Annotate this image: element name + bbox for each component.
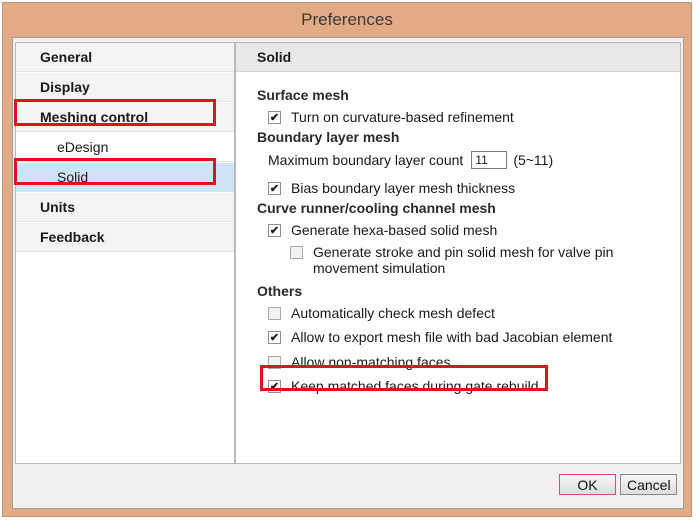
bias-thickness-label: Bias boundary layer mesh thickness — [291, 180, 516, 196]
panel-header: Solid — [236, 43, 680, 72]
hexa-solid-mesh-checkbox[interactable] — [268, 224, 281, 237]
keep-matched-faces-checkbox[interactable] — [268, 380, 281, 393]
category-nav: General Display Meshing control eDesign … — [15, 42, 235, 464]
solid-settings-panel: Solid Surface mesh Turn on curvature-bas… — [235, 42, 681, 464]
stroke-pin-mesh-option[interactable]: Generate stroke and pin solid mesh for v… — [290, 244, 613, 276]
nav-item-general[interactable]: General — [16, 43, 234, 72]
section-surface-mesh: Surface mesh — [257, 87, 349, 103]
stroke-pin-mesh-checkbox[interactable] — [290, 246, 303, 259]
ok-button[interactable]: OK — [559, 474, 616, 495]
max-boundary-layer-count-input[interactable]: 11 — [471, 151, 508, 169]
section-curve-runner: Curve runner/cooling channel mesh — [257, 200, 496, 216]
section-boundary-layer: Boundary layer mesh — [257, 129, 400, 145]
hexa-solid-mesh-label: Generate hexa-based solid mesh — [291, 222, 498, 238]
auto-check-defect-checkbox[interactable] — [268, 307, 281, 320]
nav-item-feedback[interactable]: Feedback — [16, 223, 234, 252]
max-boundary-layer-count-label: Maximum boundary layer count — [268, 152, 464, 168]
non-matching-faces-label: Allow non-matching faces — [291, 354, 451, 370]
bias-thickness-checkbox[interactable] — [268, 182, 281, 195]
hexa-solid-mesh-option[interactable]: Generate hexa-based solid mesh — [268, 222, 497, 238]
nav-item-display[interactable]: Display — [16, 73, 234, 102]
stroke-pin-mesh-label: Generate stroke and pin solid mesh for v… — [313, 244, 613, 276]
curvature-refinement-checkbox[interactable] — [268, 111, 281, 124]
export-bad-jacobian-option[interactable]: Allow to export mesh file with bad Jacob… — [268, 329, 612, 345]
nav-item-solid[interactable]: Solid — [16, 163, 234, 192]
dialog-body: General Display Meshing control eDesign … — [12, 37, 684, 509]
preferences-window: Preferences General Display Meshing cont… — [2, 2, 692, 517]
nav-item-edesign[interactable]: eDesign — [16, 133, 234, 162]
max-boundary-layer-count-row: Maximum boundary layer count 11 (5~11) — [268, 151, 554, 169]
cancel-button[interactable]: Cancel — [620, 474, 677, 495]
nav-item-units[interactable]: Units — [16, 193, 234, 222]
bias-thickness-option[interactable]: Bias boundary layer mesh thickness — [268, 180, 515, 196]
export-bad-jacobian-checkbox[interactable] — [268, 331, 281, 344]
export-bad-jacobian-label: Allow to export mesh file with bad Jacob… — [291, 329, 613, 345]
keep-matched-faces-label: Keep matched faces during gate rebuild — [291, 378, 539, 394]
auto-check-defect-label: Automatically check mesh defect — [291, 305, 495, 321]
auto-check-defect-option[interactable]: Automatically check mesh defect — [268, 305, 495, 321]
non-matching-faces-checkbox[interactable] — [268, 356, 281, 369]
curvature-refinement-option[interactable]: Turn on curvature-based refinement — [268, 109, 514, 125]
keep-matched-faces-option[interactable]: Keep matched faces during gate rebuild — [268, 378, 539, 394]
max-boundary-layer-count-range: (5~11) — [513, 152, 554, 168]
stroke-pin-mesh-label-line1: Generate stroke and pin solid mesh for v… — [313, 244, 614, 260]
non-matching-faces-option[interactable]: Allow non-matching faces — [268, 354, 451, 370]
nav-item-meshing-control[interactable]: Meshing control — [16, 103, 234, 132]
section-others: Others — [257, 283, 303, 299]
stroke-pin-mesh-label-line2: movement simulation — [313, 260, 446, 276]
curvature-refinement-label: Turn on curvature-based refinement — [291, 109, 514, 125]
window-title: Preferences — [301, 10, 393, 29]
